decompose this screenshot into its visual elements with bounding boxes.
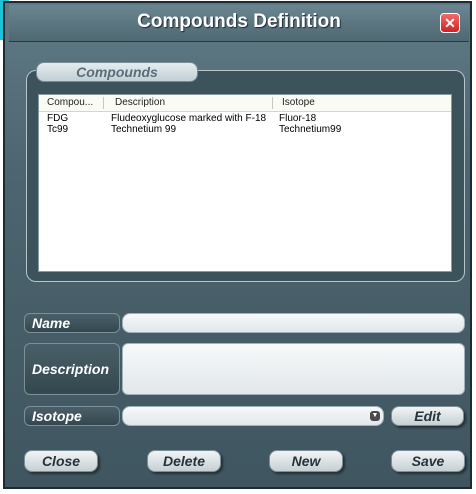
- title-bar[interactable]: Compounds Definition ✕: [9, 5, 469, 42]
- list-header: Compou... Description Isotope: [39, 95, 451, 112]
- close-icon[interactable]: ✕: [440, 13, 460, 33]
- cell-compound: FDG: [47, 113, 69, 124]
- description-label: Description: [24, 343, 120, 395]
- name-label: Name: [24, 313, 120, 333]
- window-title: Compounds Definition: [137, 11, 341, 32]
- cell-description: Technetium 99: [111, 124, 177, 135]
- isotope-select[interactable]: ▼: [122, 406, 384, 426]
- column-divider[interactable]: [103, 97, 104, 109]
- isotope-label: Isotope: [24, 406, 120, 426]
- new-button[interactable]: New: [269, 450, 343, 472]
- edit-isotope-button[interactable]: Edit: [391, 406, 464, 426]
- column-header-description[interactable]: Description: [115, 97, 165, 108]
- cell-isotope: Technetium99: [279, 124, 342, 135]
- compounds-list[interactable]: Compou... Description Isotope FDG Fludeo…: [38, 94, 452, 272]
- save-button[interactable]: Save: [391, 450, 465, 472]
- column-header-compound[interactable]: Compou...: [47, 97, 93, 108]
- cell-description: Fludeoxyglucose marked with F-18: [111, 113, 267, 124]
- column-header-isotope[interactable]: Isotope: [282, 97, 315, 108]
- compounds-group-label: Compounds: [36, 62, 198, 82]
- cell-compound: Tc99: [47, 124, 69, 135]
- name-input[interactable]: [122, 313, 465, 333]
- close-button[interactable]: Close: [24, 450, 98, 472]
- dropdown-arrow-icon[interactable]: ▼: [370, 411, 380, 421]
- delete-button[interactable]: Delete: [147, 450, 221, 472]
- table-row[interactable]: Tc99 Technetium 99 Technetium99: [39, 124, 451, 136]
- description-textarea[interactable]: [122, 343, 465, 395]
- column-divider[interactable]: [272, 97, 273, 109]
- cell-isotope: Fluor-18: [279, 113, 317, 124]
